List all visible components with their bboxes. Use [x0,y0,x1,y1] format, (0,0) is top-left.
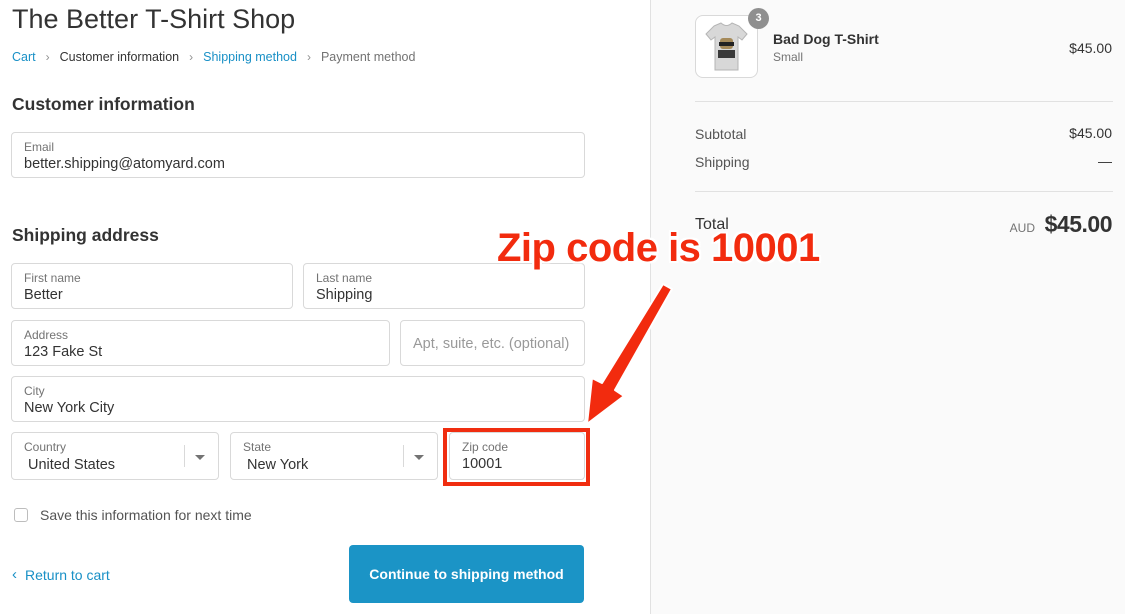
total-value: $45.00 [1044,211,1113,237]
address-value: 123 Fake St [24,344,103,360]
breadcrumb: Cart › Customer information › Shipping m… [12,50,415,64]
email-field[interactable]: Email better.shipping@atomyard.com [11,132,585,178]
first-name-label: First name [24,271,81,285]
save-info-checkbox[interactable] [14,508,28,522]
product-thumbnail: 3 [695,8,769,78]
zip-code-highlight-box [443,428,590,486]
select-divider [184,445,185,467]
state-select[interactable]: State New York [230,432,438,480]
order-summary: 3 Bad Dog T-Shirt Small $45.00 Subtotal … [650,0,1125,614]
product-variant: Small [773,50,804,64]
annotation-text: Zip code is 10001 [497,226,820,270]
shipping-address-heading: Shipping address [12,225,159,245]
breadcrumb-cart[interactable]: Cart [12,50,36,64]
tshirt-image [705,22,748,71]
select-divider [403,445,404,467]
state-label: State [243,440,272,454]
apt-suite-field[interactable]: Apt, suite, etc. (optional) [400,320,585,366]
breadcrumb-customer-information: Customer information [59,50,180,64]
return-to-cart-link[interactable]: ‹ Return to cart [12,566,110,583]
product-name: Bad Dog T-Shirt [773,31,879,47]
last-name-value: Shipping [316,287,373,303]
chevron-down-icon [195,455,205,460]
country-value: United States [28,457,116,473]
first-name-value: Better [24,287,63,303]
continue-to-shipping-button[interactable]: Continue to shipping method [349,545,584,603]
chevron-left-icon: ‹ [12,566,17,583]
summary-divider [695,191,1113,192]
save-info-label: Save this information for next time [40,507,252,523]
shipping-label: Shipping [695,154,750,170]
chevron-right-icon: › [45,50,50,64]
return-to-cart-label: Return to cart [25,566,110,583]
product-price: $45.00 [1069,40,1112,56]
checkout-main: The Better T-Shirt Shop Cart › Customer … [0,0,650,614]
email-label: Email [24,140,55,154]
total-currency: AUD [1009,221,1035,235]
apt-suite-placeholder: Apt, suite, etc. (optional) [413,336,570,352]
chevron-right-icon: › [189,50,194,64]
summary-divider [695,101,1113,102]
chevron-down-icon [414,455,424,460]
breadcrumb-payment-method: Payment method [320,50,416,64]
city-label: City [24,384,45,398]
country-label: Country [24,440,67,454]
subtotal-value: $45.00 [1069,125,1112,141]
chevron-right-icon: › [306,50,311,64]
last-name-label: Last name [316,271,373,285]
quantity-badge: 3 [748,8,769,29]
state-value: New York [247,457,309,473]
city-value: New York City [24,400,115,416]
breadcrumb-shipping-method[interactable]: Shipping method [203,50,297,64]
address-label: Address [24,328,69,342]
country-select[interactable]: Country United States [11,432,219,480]
customer-information-heading: Customer information [12,94,195,114]
email-value: better.shipping@atomyard.com [24,156,225,172]
address-field[interactable]: Address 123 Fake St [11,320,390,366]
annotation-arrow-icon [586,283,673,425]
save-info-row[interactable]: Save this information for next time [14,507,252,523]
shop-title[interactable]: The Better T-Shirt Shop [12,4,295,35]
shipping-value: — [1098,153,1112,169]
first-name-field[interactable]: First name Better [11,263,293,309]
city-field[interactable]: City New York City [11,376,585,422]
subtotal-label: Subtotal [695,126,747,142]
